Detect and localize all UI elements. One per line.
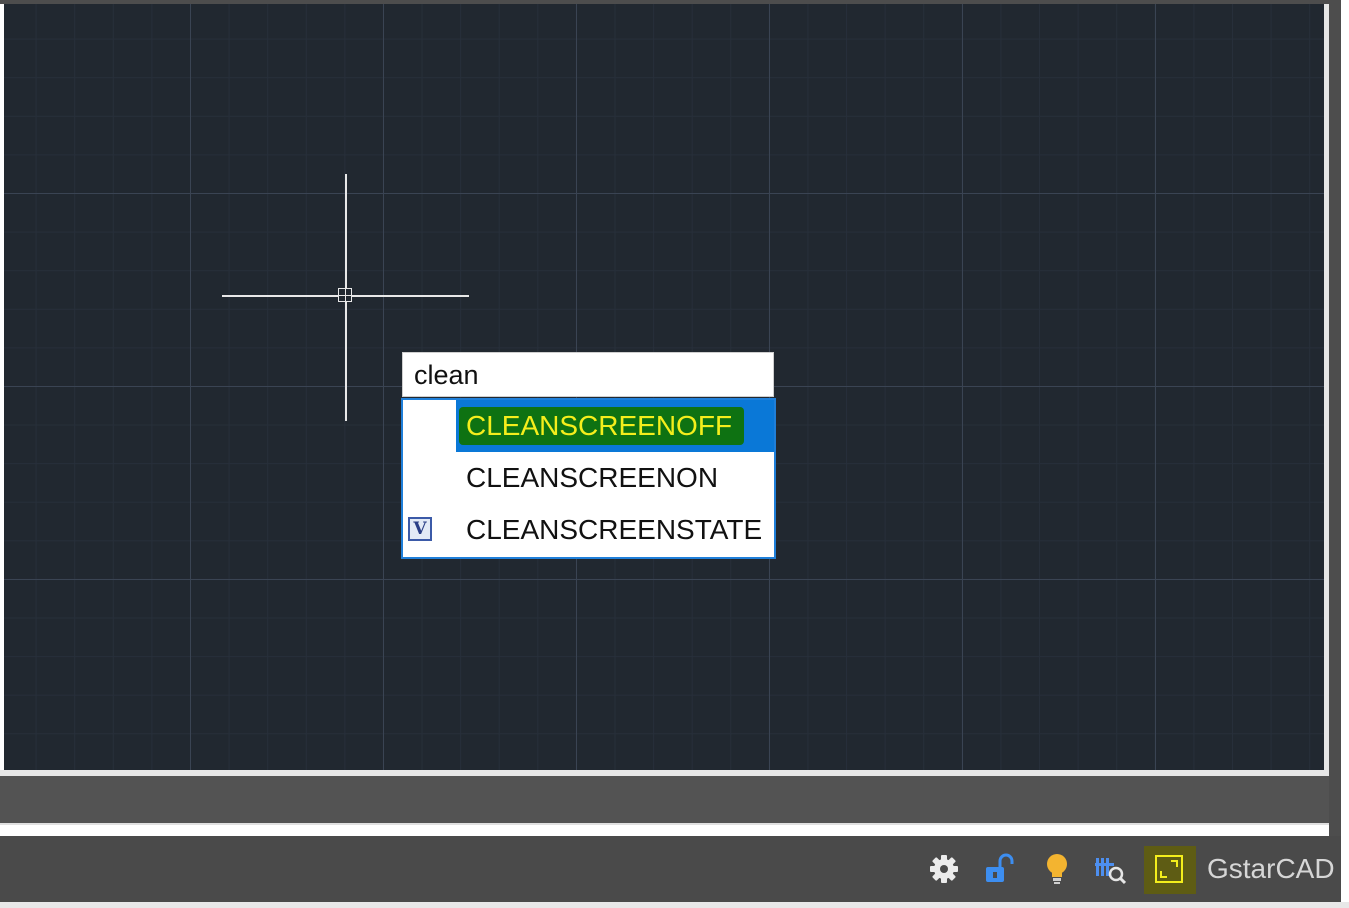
clean-screen-icon <box>1155 855 1183 883</box>
bulb-icon[interactable] <box>1041 852 1073 886</box>
window-bottom-edge <box>0 902 1349 908</box>
system-variable-icon: V <box>408 517 432 541</box>
status-bar <box>0 836 1341 902</box>
autocomplete-item[interactable]: V CLEANSCREENSTATE <box>403 504 774 556</box>
gear-icon[interactable] <box>928 852 960 886</box>
autocomplete-item[interactable]: CLEANSCREENOFF <box>403 400 774 452</box>
crosshair-pickbox <box>338 288 352 302</box>
command-autocomplete-list[interactable]: CLEANSCREENOFF CLEANSCREENON V CLEANSCRE… <box>401 398 776 559</box>
brand-label: GstarCAD <box>1207 853 1335 884</box>
autocomplete-item[interactable]: CLEANSCREENON <box>403 452 774 504</box>
autocomplete-item-label: CLEANSCREENOFF <box>466 410 733 441</box>
unlock-icon[interactable] <box>984 852 1016 886</box>
window-right-frame <box>1329 0 1341 836</box>
dynamic-command-input[interactable]: clean <box>402 352 774 397</box>
isolate-objects-icon[interactable] <box>1094 852 1126 886</box>
command-line-area[interactable] <box>0 776 1329 825</box>
autocomplete-item-label: CLEANSCREENON <box>466 462 719 493</box>
clean-screen-button[interactable] <box>1144 846 1196 894</box>
autocomplete-item-label: CLEANSCREENSTATE <box>466 514 763 545</box>
expand-corners-icon <box>1160 860 1178 878</box>
